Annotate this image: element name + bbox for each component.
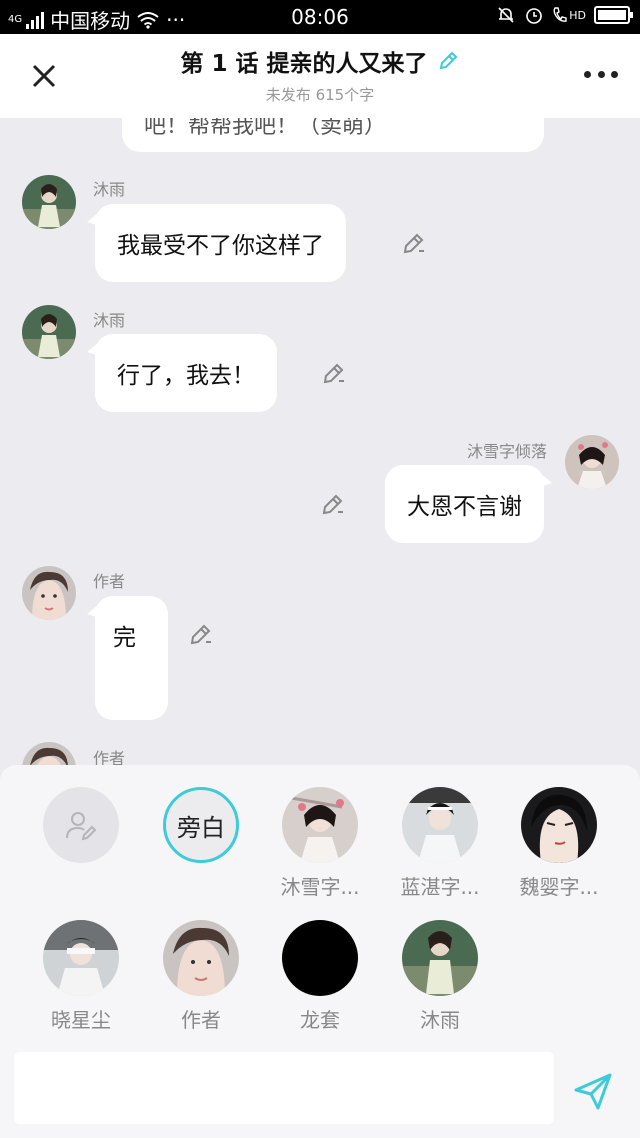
status-right: HD: [496, 5, 633, 25]
role-avatar: [402, 787, 478, 863]
message-text: 大恩不言谢: [407, 494, 522, 520]
chat-area[interactable]: 吧！帮帮我吧！（卖萌） 沐雨 我最受不了你这样了 沐雨 行了，我去！ 沐雪字倾落…: [0, 118, 640, 765]
status-bar: 4G 中国移动 ··· 08:06 HD: [0, 0, 640, 34]
add-role-circle: [43, 787, 119, 863]
chapter-title-text: 第 1 话 提亲的人又来了: [180, 51, 428, 77]
message-text: 吧！帮帮我吧！（卖萌）: [144, 118, 387, 139]
role-item[interactable]: 沐雪字...: [270, 787, 370, 900]
message-text: 我最受不了你这样了: [117, 233, 324, 259]
send-icon[interactable]: [572, 1070, 614, 1112]
role-item[interactable]: 魏婴字...: [509, 787, 609, 900]
role-label: 晓星尘: [51, 1008, 111, 1032]
avatar[interactable]: [22, 566, 76, 620]
message-bubble[interactable]: 我最受不了你这样了: [87, 204, 346, 282]
sender-name: 沐雪字倾落: [466, 442, 547, 461]
role-panel: 旁白 沐雪字... 蓝湛字... 魏婴字... 晓星尘 作者 龙套 沐雨: [0, 765, 640, 1138]
avatar[interactable]: [22, 742, 76, 765]
role-item[interactable]: 作者: [151, 920, 251, 1033]
message-text: 完: [113, 625, 136, 651]
role-avatar: [282, 787, 358, 863]
role-label: 沐雨: [420, 1008, 460, 1032]
message-bubble[interactable]: 大恩不言谢: [385, 465, 552, 543]
sender-name: 沐雨: [93, 311, 126, 330]
message-bubble[interactable]: 行了，我去！: [87, 334, 277, 412]
edit-message-icon[interactable]: [320, 491, 346, 517]
chapter-title[interactable]: 第 1 话 提亲的人又来了: [180, 44, 459, 78]
role-label: 蓝湛字...: [400, 875, 480, 899]
role-item[interactable]: 沐雨: [390, 920, 490, 1033]
avatar[interactable]: [565, 435, 619, 489]
role-item[interactable]: 蓝湛字...: [390, 787, 490, 900]
header: 第 1 话 提亲的人又来了 未发布 615个字: [0, 34, 640, 118]
role-avatar: [521, 787, 597, 863]
role-label: 魏婴字...: [519, 875, 599, 899]
role-label: 作者: [181, 1008, 221, 1032]
role-label: 龙套: [300, 1008, 340, 1032]
edit-message-icon[interactable]: [401, 230, 427, 256]
more-options-button[interactable]: [584, 64, 618, 84]
sender-name: 作者: [93, 749, 126, 765]
sender-name: 作者: [93, 572, 126, 591]
message-input[interactable]: [14, 1052, 554, 1124]
edit-message-icon[interactable]: [321, 360, 347, 386]
role-item[interactable]: 龙套: [270, 920, 370, 1033]
role-narrator[interactable]: 旁白: [151, 787, 251, 863]
alarm-icon: [526, 8, 543, 24]
mute-bell-icon: [498, 7, 514, 23]
message-bubble[interactable]: 完: [87, 596, 168, 720]
role-item[interactable]: 晓星尘: [31, 920, 131, 1033]
add-role-button[interactable]: [31, 787, 131, 863]
hd-label: HD: [569, 8, 586, 22]
sender-name: 沐雨: [93, 180, 126, 199]
message-bubble-partial: 吧！帮帮我吧！（卖萌）: [122, 118, 544, 152]
edit-title-icon[interactable]: [436, 49, 460, 73]
narrator-circle: 旁白: [163, 787, 239, 863]
avatar[interactable]: [22, 175, 76, 229]
role-avatar: [282, 920, 358, 996]
role-avatar: [402, 920, 478, 996]
battery-icon: [594, 6, 633, 24]
role-avatar: [43, 920, 119, 996]
title-area: 第 1 话 提亲的人又来了 未发布 615个字: [0, 44, 640, 105]
role-label: 沐雪字...: [280, 875, 360, 899]
word-count-status: 未发布 615个字: [265, 86, 375, 104]
edit-message-icon[interactable]: [188, 621, 214, 647]
person-edit-icon: [66, 812, 97, 841]
hd-call-icon: HD: [552, 6, 586, 24]
avatar[interactable]: [22, 305, 76, 359]
role-avatar: [163, 920, 239, 996]
message-text: 行了，我去！: [117, 363, 255, 389]
